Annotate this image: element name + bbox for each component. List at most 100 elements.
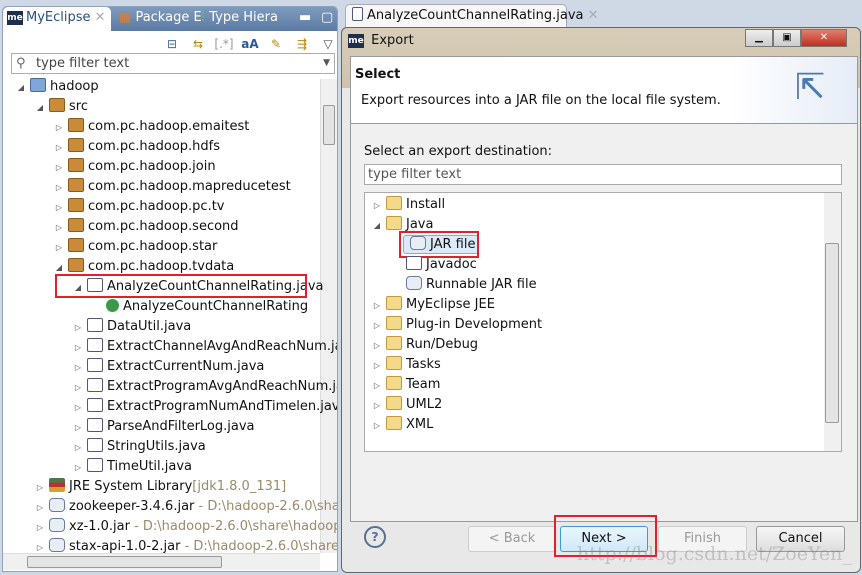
expand-arrow-icon[interactable]: ▷ — [371, 196, 383, 216]
expand-arrow-icon[interactable]: ▷ — [53, 158, 65, 178]
jar-icon — [49, 518, 65, 532]
expand-arrow-icon[interactable]: ▷ — [72, 318, 84, 338]
expand-arrow-icon[interactable]: ▷ — [53, 198, 65, 218]
help-icon[interactable]: ? — [364, 526, 386, 548]
expand-arrow-icon[interactable]: ▷ — [53, 118, 65, 138]
expand-arrow-icon[interactable]: ▷ — [371, 296, 383, 316]
expand-arrow-icon[interactable]: ▷ — [53, 238, 65, 258]
minimize-button[interactable]: ▁ — [745, 29, 773, 47]
tree-item[interactable]: ▷ JRE System Library[jdk1.8.0_131] — [34, 477, 286, 497]
tab-myeclipse[interactable]: me MyEclipse ✕ — [3, 7, 111, 31]
export-item[interactable]: Javadoc — [391, 255, 477, 275]
expand-arrow-icon[interactable]: ▷ — [371, 396, 383, 416]
export-item[interactable]: ▷ Run/Debug — [371, 335, 478, 355]
tree-item[interactable]: ▷ com.pc.hadoop.emaitest — [53, 117, 249, 137]
pin-icon[interactable]: ✎ — [267, 35, 285, 53]
close-icon[interactable]: ✕ — [95, 10, 106, 25]
myeclipse-logo-icon: me — [7, 10, 23, 25]
collapse-arrow-icon[interactable]: ◢ — [34, 98, 46, 118]
tab-type-hierarchy[interactable]: ⁝ Type Hiera — [197, 7, 278, 31]
vertical-scrollbar[interactable] — [320, 79, 337, 553]
tree-item[interactable]: ▷ com.pc.hadoop.star — [53, 237, 217, 257]
tree-item[interactable]: ▷ TimeUtil.java — [72, 457, 192, 477]
export-item[interactable]: ▷ Tasks — [371, 355, 441, 375]
tree-item[interactable]: ▷ ExtractChannelAvgAndReachNum.java — [72, 337, 338, 358]
export-item[interactable]: ▷ MyEclipse JEE — [371, 295, 495, 315]
expand-arrow-icon[interactable]: ▷ — [34, 478, 46, 498]
link-with-editor-icon[interactable]: ⇆ — [189, 35, 207, 53]
expand-arrow-icon[interactable]: ▷ — [53, 218, 65, 238]
expand-arrow-icon[interactable]: ▷ — [72, 358, 84, 378]
java-icon — [87, 458, 103, 472]
close-button[interactable]: ✕ — [801, 29, 847, 47]
expand-arrow-icon[interactable]: ▷ — [53, 178, 65, 198]
tab-package-explorer[interactable]: ▦ Package E — [115, 7, 202, 31]
tree-item[interactable]: ◢ src — [34, 97, 88, 117]
tree-item[interactable]: ▷ ParseAndFilterLog.java — [72, 417, 255, 437]
tree-item[interactable]: ▷ ExtractProgramNumAndTimelen.java — [72, 397, 338, 418]
expand-arrow-icon[interactable]: ▷ — [371, 376, 383, 396]
expand-arrow-icon[interactable]: ▷ — [72, 378, 84, 398]
export-item[interactable]: ▷ Install — [371, 195, 445, 215]
export-item[interactable]: ▷ XML — [371, 415, 433, 435]
item-label: com.pc.hadoop.hdfs — [88, 139, 221, 154]
expand-arrow-icon[interactable]: ▷ — [72, 398, 84, 418]
tree-item[interactable]: ◢ hadoop — [15, 77, 99, 97]
view-menu-icon[interactable]: ▽ — [319, 35, 337, 53]
working-set-icon[interactable]: [.*] — [214, 35, 233, 53]
tree-item[interactable]: ▷ ExtractCurrentNum.java — [72, 357, 264, 377]
jar-icon — [406, 276, 422, 290]
tree-item[interactable]: ▷ stax-api-1.0-2.jar - D:\hadoop-2.6.0\sh… — [34, 537, 337, 558]
export-item[interactable]: ▷ Team — [371, 375, 440, 395]
font-icon[interactable]: aA — [241, 35, 259, 53]
tree-item[interactable]: ▷ com.pc.hadoop.second — [53, 217, 239, 237]
filter-input[interactable]: ⚲ type filter text ▼ — [11, 53, 335, 74]
tree-item[interactable]: AnalyzeCountChannelRating — [91, 297, 308, 317]
item-label: ExtractChannelAvgAndReachNum.java — [107, 339, 338, 354]
tree-item[interactable]: ▷ com.pc.hadoop.mapreducetest — [53, 177, 291, 197]
expand-arrow-icon[interactable]: ▷ — [72, 418, 84, 438]
collapse-arrow-icon[interactable]: ◢ — [371, 216, 383, 236]
expand-arrow-icon[interactable]: ▷ — [34, 538, 46, 558]
export-item[interactable]: Runnable JAR file — [391, 275, 537, 295]
package-icon: ▦ — [119, 10, 132, 25]
expand-arrow-icon[interactable]: ▷ — [34, 518, 46, 538]
expand-arrow-icon[interactable]: ▷ — [34, 498, 46, 518]
collapse-all-icon[interactable]: ⊟ — [163, 35, 181, 53]
editor-tab[interactable]: AnalyzeCountChannelRating.java ✕ — [345, 4, 599, 28]
expand-arrow-icon[interactable]: ▷ — [72, 458, 84, 478]
tree-item[interactable]: ▷ com.pc.hadoop.pc.tv — [53, 197, 225, 217]
maximize-icon[interactable]: ▢ — [317, 7, 333, 31]
expand-arrow-icon[interactable]: ▷ — [371, 316, 383, 336]
highlight-box — [55, 274, 307, 298]
back-button[interactable]: < Back — [468, 526, 556, 552]
tree-item[interactable]: ▷ xz-1.0.jar - D:\hadoop-2.6.0\share\hado… — [34, 517, 337, 538]
expand-arrow-icon[interactable]: ▷ — [72, 438, 84, 458]
tree-item[interactable]: ▷ ExtractProgramAvgAndReachNum.java — [72, 377, 337, 398]
expand-arrow-icon[interactable]: ▷ — [371, 416, 383, 436]
item-label: ExtractProgramNumAndTimelen.java — [107, 399, 338, 414]
dropdown-icon[interactable]: ▼ — [323, 54, 330, 73]
folder-icon — [386, 356, 402, 370]
close-icon[interactable]: ✕ — [588, 8, 599, 23]
java-icon — [87, 338, 103, 352]
export-item[interactable]: ▷ UML2 — [371, 395, 442, 415]
expand-arrow-icon[interactable]: ▷ — [53, 138, 65, 158]
tree-item[interactable]: ▷ DataUtil.java — [72, 317, 191, 337]
expand-arrow-icon[interactable]: ▷ — [371, 356, 383, 376]
destination-filter-input[interactable]: type filter text — [364, 164, 842, 185]
tree-item[interactable]: ▷ com.pc.hadoop.join — [53, 157, 216, 177]
tree-item[interactable]: ▷ zookeeper-3.4.6.jar - D:\hadoop-2.6.0\s… — [34, 497, 337, 518]
tree-item[interactable]: ▷ StringUtils.java — [72, 437, 206, 457]
search-icon: ⚲ — [16, 56, 26, 71]
expand-arrow-icon[interactable]: ▷ — [371, 336, 383, 356]
export-item[interactable]: ▷ Plug-in Development — [371, 315, 542, 335]
expand-arrow-icon[interactable]: ▷ — [72, 338, 84, 358]
collapse-arrow-icon[interactable]: ◢ — [15, 78, 27, 98]
folder-icon — [386, 376, 402, 390]
minimize-icon[interactable]: ▬ — [295, 7, 311, 31]
vertical-scrollbar[interactable] — [824, 193, 841, 451]
sync-icon[interactable]: ⇶ — [293, 35, 311, 53]
tree-item[interactable]: ▷ com.pc.hadoop.hdfs — [53, 137, 220, 157]
maximize-button[interactable]: ▣ — [773, 29, 801, 47]
